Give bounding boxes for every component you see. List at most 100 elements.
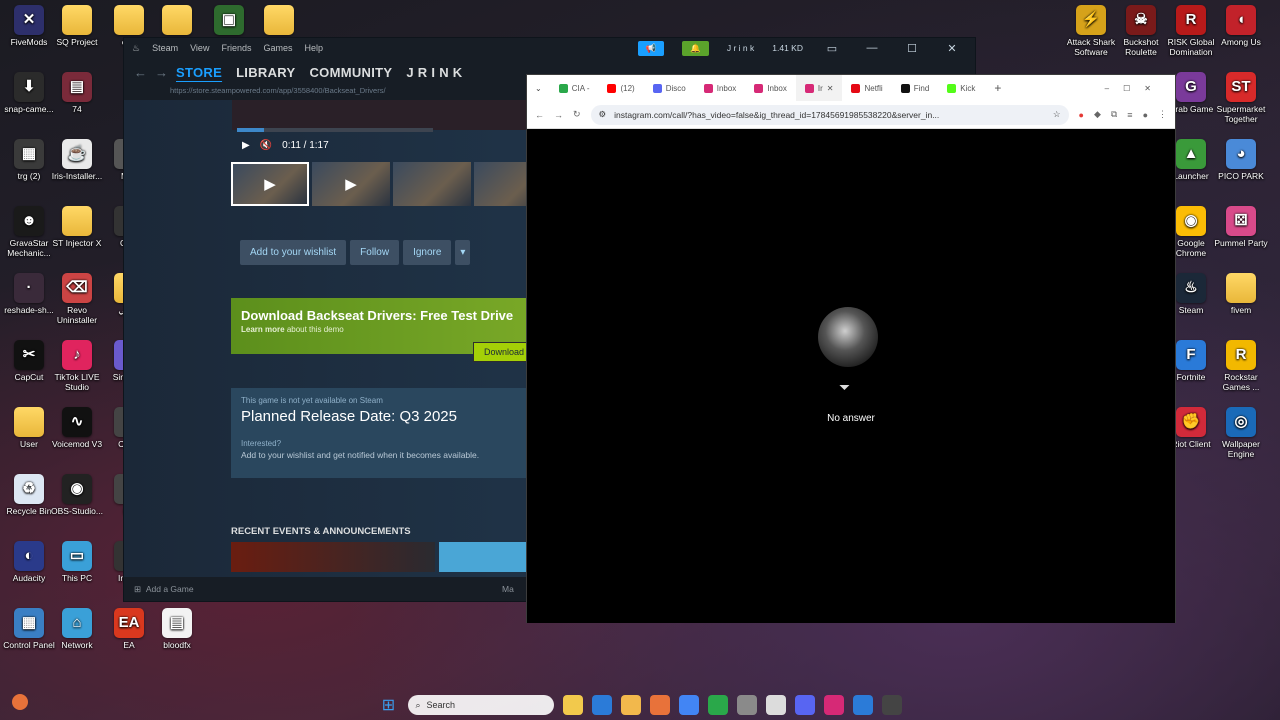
forward-icon[interactable]: →: [554, 110, 563, 120]
taskbar-app-icon[interactable]: [620, 695, 641, 715]
user-name[interactable]: J r i n k: [727, 43, 754, 53]
reload-icon[interactable]: ↻: [573, 109, 581, 120]
taskbar-app-icon[interactable]: [736, 695, 757, 715]
desktop-icon[interactable]: ◕ PICO PARK: [1212, 139, 1270, 182]
desktop-icon[interactable]: ◖ Among Us: [1212, 5, 1270, 48]
tab-profile[interactable]: J R I N K: [406, 65, 462, 80]
media-controls-icon[interactable]: ≡: [1127, 110, 1132, 120]
tab-search-icon[interactable]: ⌄: [527, 84, 550, 93]
follow-button[interactable]: Follow: [350, 240, 400, 265]
learn-more-link[interactable]: Learn more: [241, 325, 285, 334]
site-info-icon[interactable]: ⚙: [599, 109, 607, 120]
puzzle-icon[interactable]: ⧉: [1111, 109, 1117, 120]
taskbar-app-icon[interactable]: [881, 695, 902, 715]
taskbar-app-icon[interactable]: [765, 695, 786, 715]
browser-tab[interactable]: (12): [598, 75, 643, 101]
browser-tab[interactable]: Kick: [938, 75, 984, 101]
taskbar-app-icon[interactable]: [707, 695, 728, 715]
taskbar-app-icon[interactable]: [562, 695, 583, 715]
desktop-icon[interactable]: ST Injector X: [48, 206, 106, 249]
address-bar: ← → ↻ ⚙ instagram.com/call/?has_video=fa…: [527, 101, 1175, 129]
taskbar-app-icon[interactable]: [823, 695, 844, 715]
tab-library[interactable]: LIBRARY: [236, 65, 295, 80]
weather-icon[interactable]: [12, 694, 28, 710]
url-input[interactable]: ⚙ instagram.com/call/?has_video=false&ig…: [590, 104, 1069, 125]
extension-icon[interactable]: ◆: [1094, 109, 1101, 120]
browser-tab[interactable]: CIA -: [550, 75, 599, 101]
taskbar-search[interactable]: ⌕ Search: [407, 695, 554, 715]
taskbar-app-icon[interactable]: [591, 695, 612, 715]
back-arrow-icon[interactable]: ←: [134, 65, 147, 80]
opera-icon[interactable]: ●: [1079, 110, 1084, 120]
ignore-button[interactable]: Ignore: [403, 240, 452, 265]
maximize-button[interactable]: ☐: [901, 42, 923, 55]
forward-arrow-icon[interactable]: →: [155, 65, 168, 80]
notification-button[interactable]: 🔔: [682, 40, 709, 56]
menu-steam[interactable]: Steam: [152, 43, 178, 53]
window-controls[interactable]: –☐✕: [1105, 84, 1175, 93]
browser-tab[interactable]: Disco: [644, 75, 695, 101]
add-icon[interactable]: ⊞: [134, 584, 141, 595]
favicon-icon: [703, 83, 713, 93]
minimize-button[interactable]: —: [861, 42, 883, 54]
profile-avatar-icon[interactable]: ●: [1143, 110, 1148, 120]
browser-tab[interactable]: Ir ✕: [795, 75, 843, 101]
taskbar-app-icon[interactable]: [794, 695, 815, 715]
desktop-icon[interactable]: ☕ Iris-Installer...: [48, 139, 106, 182]
menu-help[interactable]: Help: [304, 43, 323, 53]
play-icon[interactable]: ▶: [242, 140, 250, 151]
desktop-icon[interactable]: ST Supermarket Together: [1212, 72, 1270, 125]
desktop-icon[interactable]: ▤ 74: [48, 72, 106, 115]
media-thumbnail[interactable]: [393, 162, 471, 206]
taskbar-app-icon[interactable]: [649, 695, 670, 715]
desktop-icon[interactable]: ◎ Wallpaper Engine: [1212, 407, 1270, 460]
event-card[interactable]: [439, 542, 529, 572]
desktop-icon[interactable]: [148, 5, 206, 38]
taskbar-app-icon[interactable]: [852, 695, 873, 715]
video-progress[interactable]: [237, 128, 433, 132]
browser-tab[interactable]: Netfli: [842, 75, 891, 101]
menu-kebab-icon[interactable]: ⋮: [1158, 109, 1167, 120]
close-tab-icon[interactable]: ✕: [827, 84, 834, 93]
tab-community[interactable]: COMMUNITY: [309, 65, 392, 80]
tab-label: CIA -: [571, 83, 590, 93]
browser-tab[interactable]: Find: [892, 75, 939, 101]
new-tab-icon[interactable]: +: [984, 81, 1011, 95]
announce-button[interactable]: 📢: [637, 40, 665, 56]
desktop-icon[interactable]: [250, 5, 308, 38]
tab-store[interactable]: STORE: [176, 65, 222, 80]
desktop-icon[interactable]: ◉ OBS-Studio...: [48, 474, 106, 517]
windows-start-icon[interactable]: ⊞: [379, 695, 399, 715]
media-thumbnail[interactable]: ▶: [312, 162, 390, 206]
add-game-button[interactable]: Add a Game: [146, 584, 194, 594]
manage-downloads[interactable]: Ma: [502, 584, 514, 594]
desktop-icon[interactable]: fivem: [1212, 273, 1270, 316]
browser-tab[interactable]: Inbox: [695, 75, 746, 101]
desktop-icon[interactable]: SQ Project: [48, 5, 106, 48]
desktop-icon[interactable]: ⚄ Pummel Party: [1212, 206, 1270, 249]
menu-friends[interactable]: Friends: [221, 43, 251, 53]
desktop-icon[interactable]: ∿ Voicemod V3: [48, 407, 106, 450]
add-wishlist-button[interactable]: Add to your wishlist: [240, 240, 347, 265]
video-progress-fill: [237, 128, 265, 132]
back-icon[interactable]: ←: [535, 110, 544, 120]
screen-icon[interactable]: ▭: [821, 42, 843, 55]
close-button[interactable]: ✕: [941, 42, 963, 55]
desktop-icon[interactable]: ⌂ Network: [48, 608, 106, 651]
taskbar-app-icon[interactable]: [678, 695, 699, 715]
bookmark-star-icon[interactable]: ☆: [1053, 109, 1061, 120]
desktop-icon[interactable]: ▤ bloodfx: [148, 608, 206, 651]
media-thumbnail[interactable]: ▶: [231, 162, 309, 206]
mute-icon[interactable]: 🔇: [260, 140, 272, 151]
browser-tab[interactable]: Inbox: [745, 75, 796, 101]
desktop-icon[interactable]: ⌫ Revo Uninstaller: [48, 273, 106, 326]
event-card[interactable]: [231, 542, 435, 572]
steam-titlebar: ♨ Steam View Friends Games Help 📢 🔔 J r …: [124, 38, 975, 58]
desktop-icon[interactable]: ♪ TikTok LIVE Studio: [48, 340, 106, 393]
video-player[interactable]: [232, 100, 532, 130]
chevron-down-icon[interactable]: ▾: [455, 240, 471, 265]
desktop-icon[interactable]: ▭ This PC: [48, 541, 106, 584]
menu-view[interactable]: View: [190, 43, 209, 53]
desktop-icon[interactable]: R Rockstar Games ...: [1212, 340, 1270, 393]
menu-games[interactable]: Games: [263, 43, 292, 53]
